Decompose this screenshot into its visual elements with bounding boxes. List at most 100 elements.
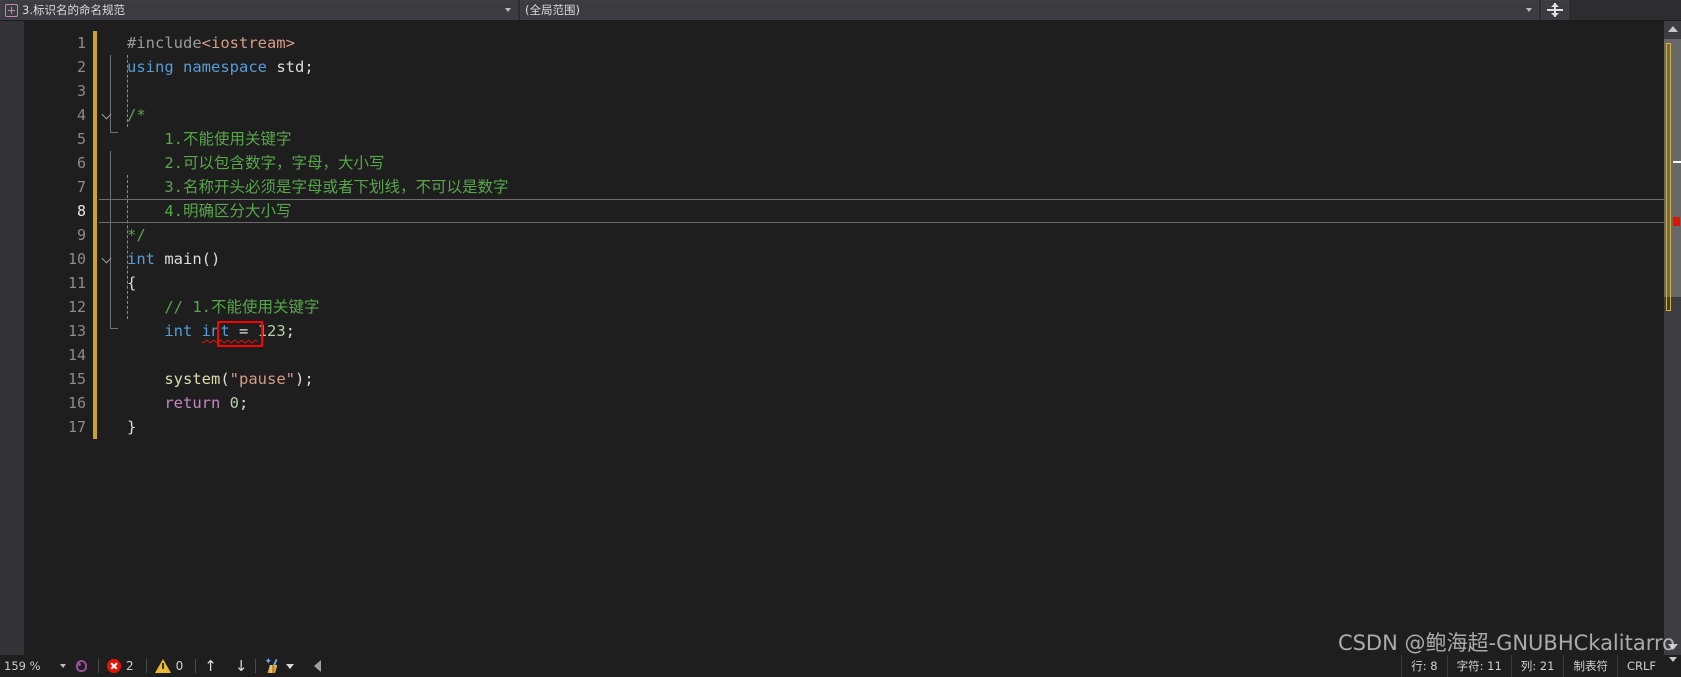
cleanup-dropdown-icon[interactable]: [286, 663, 295, 669]
unsaved-change-bar: [93, 31, 97, 439]
line-number-current: 8: [76, 202, 86, 220]
code-line-17[interactable]: }: [99, 415, 1664, 439]
code-line-4[interactable]: /*: [99, 103, 1664, 127]
code-line-14[interactable]: [99, 343, 1664, 367]
intellicode-head-icon[interactable]: [74, 658, 90, 674]
editor-navigation-bar: 3.标识名的命名规范 (全局范围): [0, 0, 1681, 21]
scrollbar-error-marker[interactable]: [1673, 217, 1680, 226]
code-line-13[interactable]: int int = 123;: [99, 319, 1664, 343]
status-divider: [255, 659, 257, 673]
line-number: 15: [67, 370, 86, 388]
cpp-file-icon: [5, 3, 18, 17]
code-editor[interactable]: 1 2 3 4 5 6 7 8 9 10 11 12 13 14 15 16 1…: [0, 21, 1681, 655]
code-line-12[interactable]: // 1.不能使用关键字: [99, 295, 1664, 319]
split-view-button[interactable]: [1541, 0, 1569, 20]
line-number: 3: [76, 82, 86, 100]
line-number: 4: [76, 106, 86, 124]
arrow-down-icon[interactable]: ↓: [235, 658, 248, 674]
scrollbar-change-marker: [1666, 43, 1671, 311]
code-line-1[interactable]: #include<iostream>: [99, 31, 1664, 55]
error-circle-icon: [107, 659, 121, 673]
editor-indicator-margin[interactable]: [0, 21, 24, 655]
split-view-icon: [1547, 3, 1563, 17]
fold-chevron-icon[interactable]: [103, 255, 112, 261]
status-divider: [98, 659, 99, 673]
token-brace-close: }: [127, 418, 137, 436]
status-bar-right-group: 行: 8 字符: 11 列: 21 制表符 CRLF: [1401, 655, 1681, 677]
code-text-area[interactable]: #include<iostream> using namespace std; …: [99, 21, 1664, 655]
code-line-3[interactable]: [99, 79, 1664, 103]
line-number: 11: [67, 274, 86, 292]
code-line-6[interactable]: 2.可以包含数字，字母，大小写: [99, 151, 1664, 175]
editor-status-bar: 159 % 2 0 ↑ ↓ ✦ 行: 8 字符: 11 列: 21 制表符 CR…: [0, 655, 1681, 677]
column-indicator: 列: 21: [1510, 655, 1564, 677]
code-line-16[interactable]: return 0;: [99, 391, 1664, 415]
broom-icon[interactable]: ✦: [264, 658, 282, 674]
tab-indicator[interactable]: 制表符: [1563, 655, 1617, 677]
code-line-2[interactable]: using namespace std;: [99, 55, 1664, 79]
token-comment-text: 2.可以包含数字，字母，大小写: [164, 154, 385, 172]
code-line-8-current[interactable]: 4.明确区分大小写: [99, 199, 1664, 223]
code-line-11[interactable]: {: [99, 271, 1664, 295]
warning-triangle-icon: [154, 659, 171, 673]
zoom-level-label[interactable]: 159 %: [0, 659, 56, 673]
chevron-down-icon[interactable]: [1522, 1, 1536, 19]
token-comment-text: 4.明确区分大小写: [164, 202, 292, 220]
error-count-item[interactable]: 2: [107, 659, 134, 673]
code-line-7[interactable]: 3.名称开头必须是字母或者下划线，不可以是数字: [99, 175, 1664, 199]
line-number: 12: [67, 298, 86, 316]
line-number: 7: [76, 178, 86, 196]
token-semicolon: ;: [304, 370, 314, 388]
triangle-left-icon[interactable]: [314, 660, 322, 672]
token-int-keyword: int: [127, 250, 155, 268]
arrow-up-icon[interactable]: ↑: [204, 658, 217, 674]
status-divider: [145, 659, 147, 673]
token-paren-close: ): [295, 370, 305, 388]
line-number: 10: [67, 250, 86, 268]
token-paren-open: (: [220, 370, 230, 388]
code-line-9[interactable]: */: [99, 223, 1664, 247]
line-number: 17: [67, 418, 86, 436]
vertical-scrollbar[interactable]: [1664, 21, 1681, 655]
token-header-name: <iostream>: [201, 34, 295, 52]
line-number: 13: [67, 322, 86, 340]
line-number: 2: [76, 58, 86, 76]
token-parens: (): [201, 250, 221, 268]
file-scope-dropdown[interactable]: 3.标识名的命名规范: [0, 0, 518, 20]
token-string-pause: "pause": [229, 370, 295, 388]
fold-chevron-icon[interactable]: [103, 111, 112, 117]
token-number-zero: 0: [220, 394, 239, 412]
token-system-function: system: [164, 370, 221, 388]
line-number: 6: [76, 154, 86, 172]
status-divider: [195, 659, 197, 673]
line-number-gutter: 1 2 3 4 5 6 7 8 9 10 11 12 13 14 15 16 1…: [24, 21, 92, 655]
warning-count-label: 0: [175, 659, 184, 673]
line-number: 16: [67, 394, 86, 412]
member-scope-dropdown[interactable]: (全局范围): [520, 0, 1539, 20]
scroll-down-icon[interactable]: [1668, 644, 1678, 650]
token-comment-text: 3.名称开头必须是字母或者下划线，不可以是数字: [164, 178, 509, 196]
warning-count-item[interactable]: 0: [154, 659, 184, 673]
token-main-identifier: main: [155, 250, 202, 268]
token-int-keyword: int: [164, 322, 202, 340]
file-scope-label: 3.标识名的命名规范: [22, 2, 125, 17]
status-bar-left-group: 159 % 2 0 ↑ ↓ ✦: [0, 655, 322, 677]
visual-studio-window: 3.标识名的命名规范 (全局范围) 1 2 3 4 5 6 7 8 9 10 1…: [0, 0, 1681, 677]
line-number: 1: [76, 34, 86, 52]
scroll-up-icon[interactable]: [1668, 26, 1678, 32]
line-number: 5: [76, 130, 86, 148]
chevron-down-icon[interactable]: [501, 1, 515, 19]
token-assign: =: [229, 322, 258, 340]
line-ending-indicator[interactable]: CRLF: [1616, 655, 1665, 677]
code-line-15[interactable]: system("pause");: [99, 367, 1664, 391]
line-number: 14: [67, 346, 86, 364]
status-overflow-icon[interactable]: [1665, 655, 1681, 677]
token-comment-close: */: [127, 226, 146, 244]
code-line-10[interactable]: int main(): [99, 247, 1664, 271]
token-std: std;: [267, 58, 314, 76]
token-include-directive: #include: [127, 34, 202, 52]
code-line-5[interactable]: 1.不能使用关键字: [99, 127, 1664, 151]
token-int-invalid-identifier: int: [201, 322, 230, 340]
error-count-label: 2: [126, 659, 134, 673]
zoom-dropdown-icon[interactable]: [56, 655, 70, 677]
